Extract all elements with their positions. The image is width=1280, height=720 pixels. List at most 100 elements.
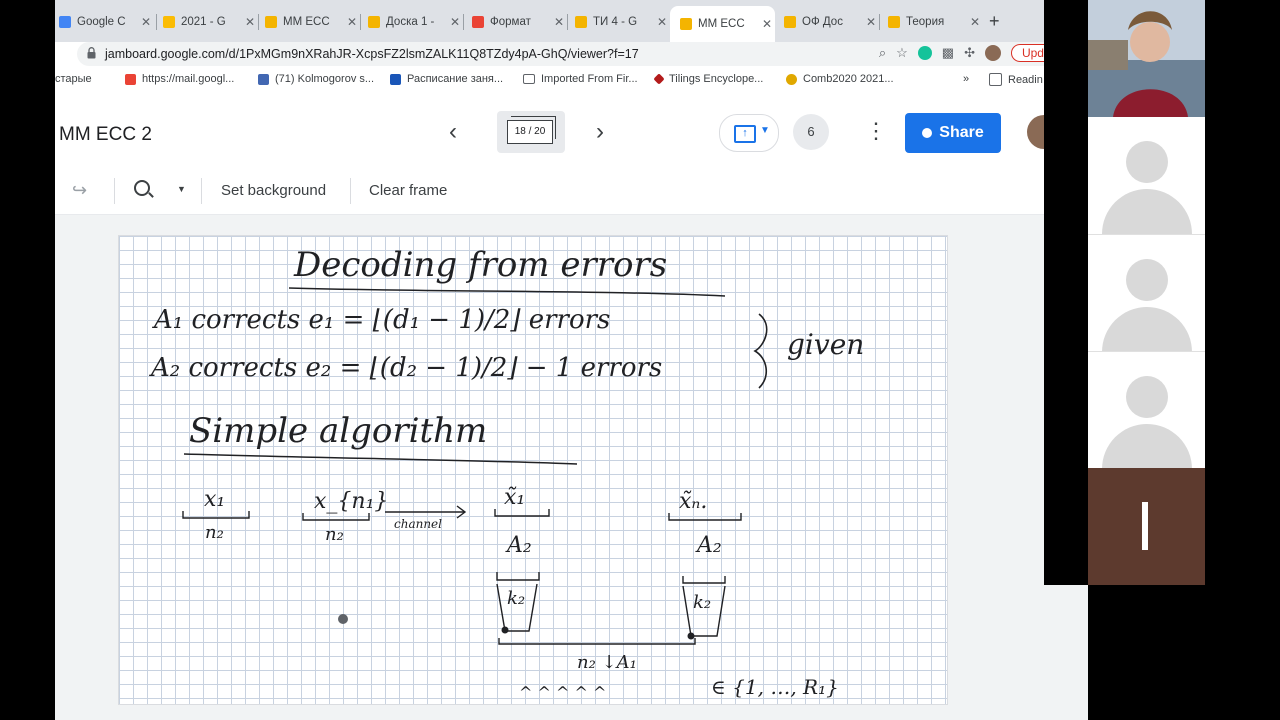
profile-avatar[interactable] bbox=[984, 45, 1001, 61]
tab-of-doska[interactable]: ОФ Дос ✕ bbox=[780, 8, 880, 36]
ink-subheading: Simple algorithm bbox=[189, 411, 487, 451]
participant-avatar[interactable] bbox=[1088, 234, 1205, 352]
jamboard-icon bbox=[575, 16, 587, 28]
ink-x1: x₁ bbox=[204, 487, 225, 512]
ink-bracket-bottom bbox=[498, 638, 696, 645]
upload-button[interactable]: ↑ ▼ bbox=[719, 114, 779, 152]
chevron-right-icon[interactable]: › bbox=[596, 118, 604, 146]
caret-down-icon[interactable]: ▼ bbox=[177, 184, 186, 194]
schedule-icon bbox=[390, 73, 401, 85]
participant-video[interactable] bbox=[1088, 0, 1205, 117]
ink-x1-tilde: x̃₁ bbox=[504, 485, 525, 510]
handwriting-layer: Decoding from errors A₁ corrects e₁ = ⌊(… bbox=[149, 245, 864, 702]
set-background-button[interactable]: Set background bbox=[221, 182, 326, 199]
frame-indicator[interactable]: 18 / 20 bbox=[497, 111, 565, 153]
star-icon[interactable]: ☆ bbox=[896, 45, 908, 61]
participant-avatar[interactable] bbox=[1088, 117, 1205, 234]
tab-jamboard-1[interactable]: ММ ЕСС ✕ bbox=[261, 8, 361, 36]
tab-strip: Google C ✕ 2021 - G ✕ ММ ЕСС ✕ Доска 1 -… bbox=[55, 0, 1088, 42]
close-icon[interactable]: ✕ bbox=[141, 15, 151, 29]
ink-k2-right: k₂ bbox=[693, 592, 711, 613]
bookmark-item[interactable]: https://mail.googl... bbox=[125, 73, 234, 85]
tab-drive[interactable]: 2021 - G ✕ bbox=[159, 8, 259, 36]
collaborators-count[interactable]: 6 bbox=[793, 114, 829, 150]
gmail-icon bbox=[472, 16, 484, 28]
url-text[interactable]: jamboard.google.com/d/1PxMGm9nXRahJR-Xcp… bbox=[105, 47, 639, 61]
close-icon[interactable]: ✕ bbox=[866, 15, 876, 29]
bookmark-folder[interactable]: Imported From Fir... bbox=[523, 73, 638, 85]
coin-icon bbox=[786, 73, 797, 85]
lock-icon bbox=[87, 47, 96, 59]
tab-ti4[interactable]: ТИ 4 - G ✕ bbox=[571, 8, 671, 36]
ink-line-a2: A₂ corrects e₂ = ⌊(d₂ − 1)/2⌋ − 1 errors bbox=[149, 353, 662, 383]
participant-avatar[interactable] bbox=[1088, 351, 1205, 469]
browser-window: Google C ✕ 2021 - G ✕ ММ ЕСС ✕ Доска 1 -… bbox=[55, 0, 1088, 720]
close-icon[interactable]: ✕ bbox=[554, 15, 564, 29]
omnibox[interactable]: jamboard.google.com/d/1PxMGm9nXRahJR-Xcp… bbox=[77, 42, 1065, 66]
grammarly-icon[interactable] bbox=[917, 46, 932, 60]
black-strip bbox=[1205, 0, 1251, 585]
tab-google-calendar[interactable]: Google C ✕ bbox=[55, 8, 157, 36]
reading-list[interactable]: Readin bbox=[989, 73, 1043, 86]
bookmark-item[interactable]: Расписание заня... bbox=[390, 73, 503, 85]
person-icon bbox=[1126, 376, 1168, 418]
bookmarks-overflow[interactable]: » bbox=[963, 73, 969, 85]
page-title[interactable]: ММ ЕСС 2 bbox=[59, 124, 152, 146]
clear-frame-button[interactable]: Clear frame bbox=[369, 182, 447, 199]
close-icon[interactable]: ✕ bbox=[657, 15, 667, 29]
jamboard-icon bbox=[680, 18, 692, 30]
tab-teoria[interactable]: Теория ✕ bbox=[884, 8, 984, 36]
tab-doska[interactable]: Доска 1 - ✕ bbox=[364, 8, 464, 36]
address-bar-row: jamboard.google.com/d/1PxMGm9nXRahJR-Xcp… bbox=[55, 42, 1088, 68]
frame-counter: 18 / 20 bbox=[507, 120, 553, 144]
ink-n2-a1: n₂ ↓A₁ bbox=[577, 652, 637, 673]
whiteboard-frame[interactable]: Decoding from errors A₁ corrects e₁ = ⌊(… bbox=[118, 235, 948, 705]
chevron-left-icon[interactable]: ‹ bbox=[449, 118, 457, 146]
upload-icon: ↑ bbox=[734, 125, 756, 143]
close-icon[interactable]: ✕ bbox=[970, 15, 980, 29]
participant-tile[interactable] bbox=[1088, 468, 1205, 585]
ink-a2-left: A₂ bbox=[505, 533, 532, 558]
ink-given: given bbox=[787, 328, 864, 361]
share-button[interactable]: Share bbox=[905, 113, 1001, 153]
puzzle-icon[interactable]: ✣ bbox=[964, 45, 975, 61]
canvas-area: Decoding from errors A₁ corrects e₁ = ⌊(… bbox=[55, 215, 1088, 720]
close-icon[interactable]: ✕ bbox=[762, 17, 772, 31]
close-icon[interactable]: ✕ bbox=[450, 15, 460, 29]
close-icon[interactable]: ✕ bbox=[347, 15, 357, 29]
folder-icon bbox=[523, 74, 535, 84]
person-icon bbox=[922, 128, 933, 138]
tab-jamboard-active[interactable]: ММ ЕСС ✕ bbox=[670, 6, 775, 42]
person-icon bbox=[1126, 259, 1168, 301]
ink-heading: Decoding from errors bbox=[293, 245, 667, 285]
jamboard-icon bbox=[888, 16, 900, 28]
new-tab-button[interactable]: + bbox=[989, 11, 1000, 32]
diamond-icon bbox=[653, 73, 665, 85]
ink-xn-tilde: x̃ₙ. bbox=[679, 489, 707, 514]
ink-a2-right: A₂ bbox=[695, 533, 722, 558]
calendar-icon bbox=[59, 16, 71, 28]
redo-icon[interactable]: ↪ bbox=[72, 180, 87, 201]
reading-list-icon bbox=[989, 73, 1002, 86]
video-gallery bbox=[1088, 0, 1205, 585]
omnibox-actions: ⌕ ☆ ▩ ✣ Updat bbox=[879, 44, 1065, 62]
bookmark-item[interactable]: Comb2020 2021... bbox=[786, 73, 894, 85]
pointer-dot bbox=[338, 614, 348, 624]
jamboard-toolbar: ↪ ▼ Set background Clear frame bbox=[55, 168, 1088, 215]
bookmark-folder[interactable]: старые bbox=[55, 73, 92, 85]
ink-xn1: x_{n₁} bbox=[314, 489, 388, 514]
gmail-icon bbox=[125, 73, 136, 85]
bookmark-item[interactable]: Tilings Encyclope... bbox=[653, 73, 763, 85]
tab-gmail[interactable]: Формат ✕ bbox=[468, 8, 568, 36]
close-icon[interactable]: ✕ bbox=[245, 15, 255, 29]
ink-line-a1: A₁ corrects e₁ = ⌊(d₁ − 1)/2⌋ errors bbox=[152, 305, 610, 335]
jamboard-topbar: ММ ЕСС 2 ‹ 18 / 20 › ↑ ▼ 6 ⋮ Share bbox=[55, 100, 1088, 169]
zoom-icon[interactable]: ⌕ bbox=[879, 45, 886, 61]
ink-carets: ^ ^ ^ ^ ^ bbox=[519, 683, 606, 702]
extension-icon[interactable]: ▩ bbox=[942, 45, 954, 61]
zoom-in-icon[interactable] bbox=[134, 180, 150, 196]
bookmark-item[interactable]: (71) Kolmogorov s... bbox=[258, 73, 374, 85]
jamboard-icon bbox=[368, 16, 380, 28]
people-icon bbox=[258, 73, 269, 85]
more-vert-icon[interactable]: ⋮ bbox=[865, 118, 887, 144]
